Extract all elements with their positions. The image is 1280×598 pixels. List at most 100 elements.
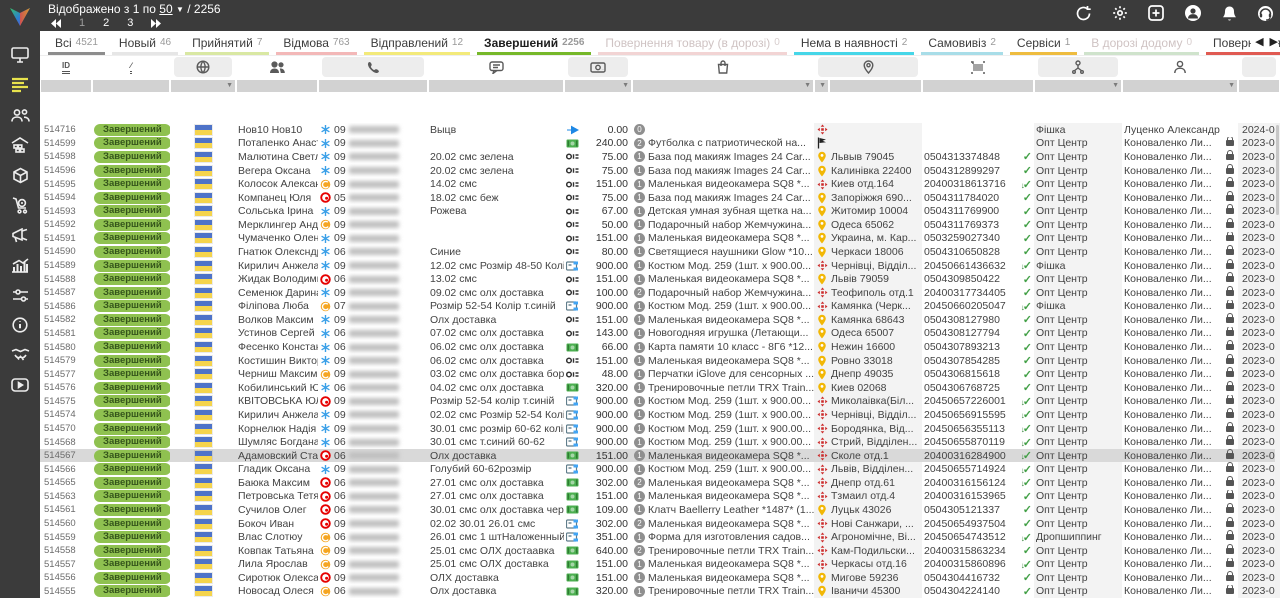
bell-icon[interactable] bbox=[1222, 5, 1237, 22]
column-filter-input[interactable] bbox=[93, 80, 169, 92]
marketing-megaphone-icon[interactable] bbox=[0, 220, 40, 250]
warehouse-icon[interactable] bbox=[0, 130, 40, 160]
table-row[interactable]: 514581ЗавершенийУстинов Сергей0607.02 см… bbox=[40, 327, 1280, 341]
source-column-header[interactable] bbox=[1034, 56, 1122, 78]
table-row[interactable]: 514556ЗавершенийСиротюк Олександр09ОЛХ д… bbox=[40, 571, 1280, 585]
table-row[interactable]: 514565ЗавершенийБаюка Максим0627.01 смс … bbox=[40, 476, 1280, 490]
column-filter-input[interactable]: ▼ bbox=[1123, 80, 1237, 92]
partners-handshake-icon[interactable] bbox=[0, 340, 40, 370]
user-avatar-icon[interactable] bbox=[1184, 4, 1202, 22]
chevron-down-icon[interactable]: ▼ bbox=[176, 5, 184, 14]
table-row[interactable]: 514589ЗавершенийКирилич Анжела0912.02 см… bbox=[40, 259, 1280, 273]
status-sort-icon[interactable]: ∕ bbox=[92, 56, 170, 78]
tab-самовивіз[interactable]: Самовивіз2 bbox=[921, 31, 1003, 55]
table-row[interactable]: 514560ЗавершенийБокоч Иван0902.02 30.01 … bbox=[40, 517, 1280, 531]
column-filter-input[interactable] bbox=[429, 80, 563, 92]
tab-відмова[interactable]: Відмова763 bbox=[276, 31, 356, 55]
table-row[interactable]: 514716ЗавершенийНов10 Нов1009Выцв0.000Фі… bbox=[40, 123, 1280, 137]
table-row[interactable]: 514566ЗавершенийГладик Оксана09Голубий 6… bbox=[40, 462, 1280, 476]
info-icon[interactable] bbox=[0, 310, 40, 340]
table-row[interactable]: 514594ЗавершенийКомпанец Юля0518.02 смс … bbox=[40, 191, 1280, 205]
statistics-chart-icon[interactable] bbox=[0, 250, 40, 280]
table-row[interactable]: 514559ЗавершенийВлас Слотюу0626.01 смс 1… bbox=[40, 530, 1280, 544]
video-tutorials-icon[interactable] bbox=[0, 370, 40, 400]
tab-scroll-right-icon[interactable]: ▶ bbox=[1270, 35, 1278, 48]
table-row[interactable]: 514568ЗавершенийШумляс Богдана Ан...0630… bbox=[40, 435, 1280, 449]
per-page-dropdown[interactable]: 50 bbox=[159, 2, 172, 16]
table-row[interactable]: 514580ЗавершенийФесенко Константин0606.0… bbox=[40, 340, 1280, 354]
column-filter-input[interactable]: ▼ bbox=[171, 80, 235, 92]
delivery-filter-dropdown[interactable]: ▼ bbox=[815, 80, 828, 92]
table-row[interactable]: 514598ЗавершенийМалютина Светлана0920.02… bbox=[40, 150, 1280, 164]
column-filter-input[interactable] bbox=[237, 80, 317, 92]
desktop-icon[interactable] bbox=[0, 40, 40, 70]
column-filter-input[interactable] bbox=[41, 80, 91, 92]
table-row[interactable]: 514574ЗавершенийКирилич Анжела Ол...0902… bbox=[40, 408, 1280, 422]
table-row[interactable]: 514577ЗавершенийЧерниш Максим0903.02 смс… bbox=[40, 367, 1280, 381]
table-row[interactable]: 514593ЗавершенийСольська Ірина09Рожева67… bbox=[40, 204, 1280, 218]
products-column-header[interactable] bbox=[632, 56, 814, 78]
vertical-scrollbar[interactable] bbox=[1275, 123, 1280, 598]
column-filter-input[interactable]: ▼ bbox=[565, 80, 631, 92]
tab-повернення-товару-в-дорозі-[interactable]: Повернення товару (в дорозі)0 bbox=[598, 31, 786, 55]
table-row[interactable]: 514576ЗавершенийКобилинський Юрий0604.02… bbox=[40, 381, 1280, 395]
gear-icon[interactable] bbox=[1112, 5, 1128, 21]
table-row[interactable]: 514563ЗавершенийПетровська Тетяна0627.01… bbox=[40, 490, 1280, 504]
table-row[interactable]: 514587ЗавершенийСеменюк Дарина0909.02 см… bbox=[40, 286, 1280, 300]
refresh-icon[interactable] bbox=[1075, 5, 1092, 22]
tab-нема-в-наявності[interactable]: Нема в наявності2 bbox=[794, 31, 915, 55]
country-column-header[interactable] bbox=[170, 56, 236, 78]
table-row[interactable]: 514570ЗавершенийКорнелюк Надія Та...0930… bbox=[40, 422, 1280, 436]
comment-column-header[interactable] bbox=[428, 56, 564, 78]
app-logo-icon[interactable] bbox=[0, 0, 40, 34]
table-row[interactable]: 514596ЗавершенийВегера Оксана0920.02 смс… bbox=[40, 164, 1280, 178]
page-number-3[interactable]: 3 bbox=[127, 17, 133, 29]
column-filter-input[interactable]: ▼ bbox=[1035, 80, 1121, 92]
table-row[interactable]: 514575ЗавершенийКВІТОВСЬКА ЮЛІЯ09Розмір … bbox=[40, 395, 1280, 409]
table-row[interactable]: 514599ЗавершенийПотапенко Анастас..09240… bbox=[40, 137, 1280, 151]
tab-всі[interactable]: Всі4521 bbox=[48, 31, 105, 55]
table-row[interactable]: 514588ЗавершенийЖидак Володимир0613.02 с… bbox=[40, 272, 1280, 286]
column-filter-input[interactable] bbox=[923, 80, 1033, 92]
location-filter-input[interactable] bbox=[830, 80, 921, 92]
clients-icon[interactable] bbox=[0, 100, 40, 130]
id-sort-icon[interactable]: ID bbox=[40, 56, 92, 78]
page-number-2[interactable]: 2 bbox=[103, 17, 109, 29]
manager-column-header[interactable] bbox=[1122, 56, 1238, 78]
products-box-icon[interactable] bbox=[0, 160, 40, 190]
orders-list-icon[interactable] bbox=[0, 70, 40, 100]
tab-scroll-left-icon[interactable]: ◀ bbox=[1255, 35, 1263, 48]
tab-в-дорозі-додому[interactable]: В дорозі додому0 bbox=[1084, 31, 1199, 55]
first-page-button[interactable] bbox=[48, 19, 61, 28]
tab-прийнятий[interactable]: Прийнятий7 bbox=[185, 31, 269, 55]
table-row[interactable]: 514557ЗавершенийЛила Ярослав0925.01 смс … bbox=[40, 558, 1280, 572]
column-filter-input[interactable] bbox=[1239, 80, 1279, 92]
table-row[interactable]: 514567ЗавершенийАдамовский Станис...06Ол… bbox=[40, 449, 1280, 463]
phone-column-header[interactable] bbox=[318, 56, 428, 78]
table-row[interactable]: 514586ЗавершенийФіліпова Люба07Розмір 52… bbox=[40, 300, 1280, 314]
table-row[interactable]: 514561ЗавершенийСучилов Олег0630.01 смс … bbox=[40, 503, 1280, 517]
tab-сервіси[interactable]: Сервіси1 bbox=[1010, 31, 1077, 55]
page-number-1[interactable]: 1 bbox=[79, 17, 85, 29]
payment-column-header[interactable] bbox=[564, 56, 632, 78]
table-row[interactable]: 514592ЗавершенийМерклингер Андрей0950.00… bbox=[40, 218, 1280, 232]
client-column-header[interactable] bbox=[236, 56, 318, 78]
column-filter-input[interactable] bbox=[319, 80, 427, 92]
table-row[interactable]: 514555ЗавершенийНовосад Олеся06Олх доста… bbox=[40, 585, 1280, 598]
dropshipping-cart-icon[interactable] bbox=[0, 190, 40, 220]
table-row[interactable]: 514582ЗавершенийВолков Максим09Олх доста… bbox=[40, 313, 1280, 327]
column-filter-input[interactable]: ▼ bbox=[633, 80, 813, 92]
tab-новый[interactable]: Новый46 bbox=[112, 31, 178, 55]
last-page-button[interactable] bbox=[151, 19, 164, 28]
table-row[interactable]: 514595ЗавершенийКолосок Александр0914.02… bbox=[40, 177, 1280, 191]
support-headset-icon[interactable] bbox=[1257, 5, 1274, 22]
table-row[interactable]: 514558ЗавершенийКовпак Татьяна0925.01 см… bbox=[40, 544, 1280, 558]
add-order-icon[interactable] bbox=[1148, 5, 1164, 21]
tab-завершений[interactable]: Завершений2256 bbox=[477, 31, 591, 55]
settings-sliders-icon[interactable] bbox=[0, 280, 40, 310]
table-row[interactable]: 514579ЗавершенийКостишин Виктор0906.02 с… bbox=[40, 354, 1280, 368]
table-row[interactable]: 514590ЗавершенийГнатюк Олексндр06Синие80… bbox=[40, 245, 1280, 259]
ttn-column-header[interactable] bbox=[922, 56, 1034, 78]
date-column-header[interactable] bbox=[1238, 56, 1280, 78]
table-row[interactable]: 514591ЗавершенийЧумаченко Олена09151.001… bbox=[40, 232, 1280, 246]
